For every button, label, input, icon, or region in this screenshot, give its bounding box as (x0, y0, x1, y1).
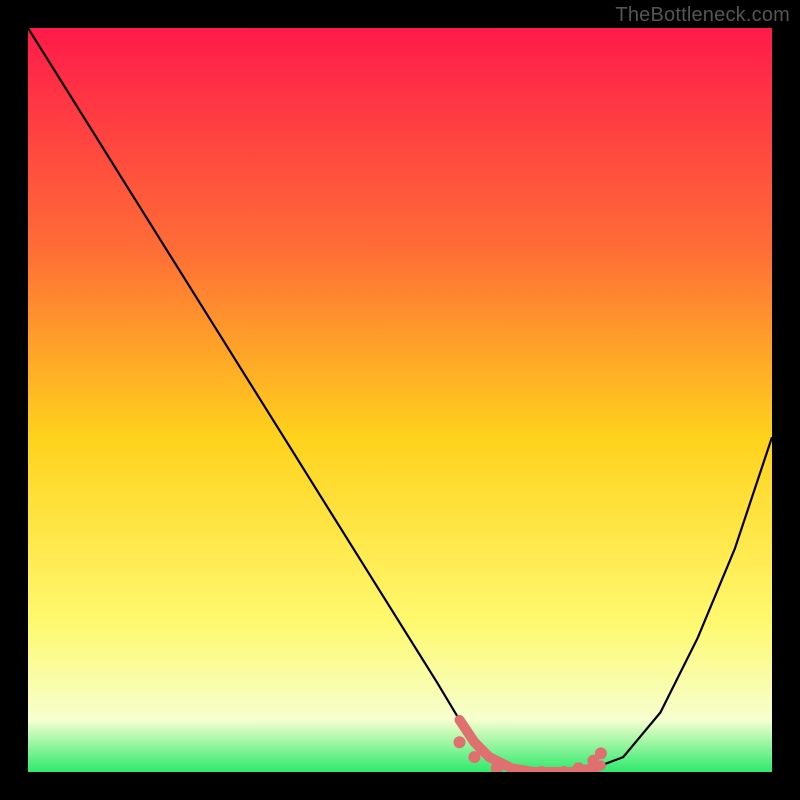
optimal-marker (595, 747, 607, 759)
bottleneck-chart (28, 28, 772, 772)
optimal-marker (454, 736, 466, 748)
watermark-text: TheBottleneck.com (615, 4, 790, 27)
optimal-marker (468, 751, 480, 763)
chart-frame: TheBottleneck.com (0, 0, 800, 800)
plot-area (28, 28, 772, 772)
gradient-background (28, 28, 772, 772)
